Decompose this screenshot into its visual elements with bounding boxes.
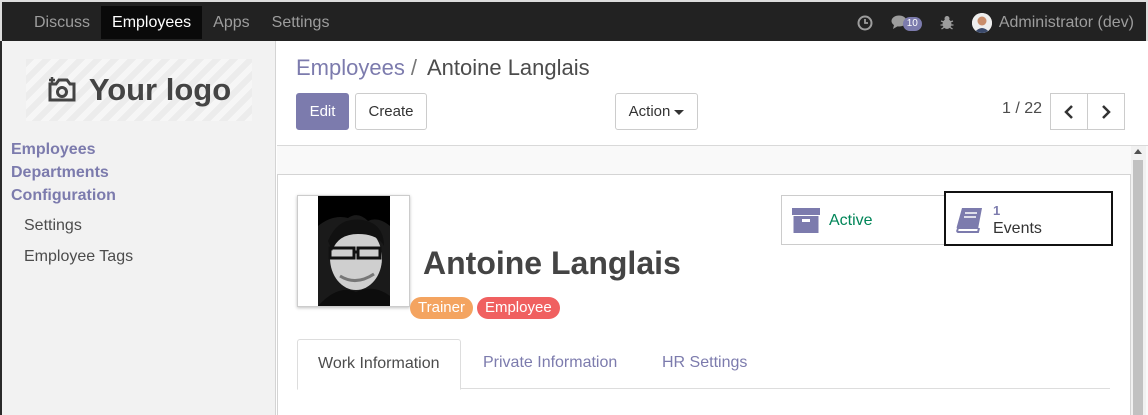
breadcrumb: Employees / Antoine Langlais <box>296 55 590 81</box>
employee-photo[interactable] <box>297 195 410 307</box>
create-button[interactable]: Create <box>355 93 427 130</box>
employee-tags: Trainer Employee <box>410 297 564 319</box>
vertical-scrollbar[interactable] <box>1131 146 1146 415</box>
menu-discuss[interactable]: Discuss <box>23 6 101 39</box>
book-icon <box>956 208 982 233</box>
tag-employee[interactable]: Employee <box>476 297 560 319</box>
debug-bug-icon[interactable] <box>940 15 954 30</box>
scroll-up-icon[interactable] <box>1134 149 1142 154</box>
tab-private-information[interactable]: Private Information <box>463 339 637 389</box>
sidebar-item-configuration[interactable]: Configuration <box>11 184 133 207</box>
events-smart-button[interactable]: 1 Events <box>944 191 1113 246</box>
top-navbar: Discuss Employees Apps Settings 10 Admin… <box>0 0 1148 41</box>
form-notebook-tabs: Work Information Private Information HR … <box>297 339 1110 390</box>
breadcrumb-employees-link[interactable]: Employees <box>296 55 405 80</box>
user-menu[interactable]: Administrator (dev) <box>971 12 1134 33</box>
sidebar-nav: Employees Departments Configuration Sett… <box>11 138 133 272</box>
active-label: Active <box>829 212 873 229</box>
logo-text: Your logo <box>88 72 232 107</box>
sidebar-item-employees[interactable]: Employees <box>11 138 133 161</box>
user-name: Administrator (dev) <box>998 13 1134 31</box>
pager-value[interactable]: 1 / 22 <box>1002 100 1042 118</box>
company-logo[interactable]: Your logo <box>26 59 252 121</box>
chevron-right-icon <box>1102 104 1111 119</box>
systray: 10 Administrator (dev) <box>839 6 1134 39</box>
pager-next-button[interactable] <box>1087 93 1125 130</box>
menu-apps[interactable]: Apps <box>202 6 260 39</box>
events-label: Events <box>993 220 1042 237</box>
user-avatar <box>971 12 992 33</box>
activity-clock-icon[interactable] <box>857 15 873 31</box>
tag-trainer[interactable]: Trainer <box>410 297 473 319</box>
camera-icon <box>48 77 76 102</box>
pager-previous-button[interactable] <box>1050 93 1088 130</box>
sidebar-item-employee-tags[interactable]: Employee Tags <box>11 241 133 272</box>
chevron-left-icon <box>1064 104 1073 119</box>
menu-employees[interactable]: Employees <box>101 6 203 39</box>
app-menu: Discuss Employees Apps Settings <box>23 6 340 39</box>
sidebar-item-settings[interactable]: Settings <box>11 210 133 241</box>
employee-name[interactable]: Antoine Langlais <box>423 245 681 282</box>
messaging-menu[interactable]: 10 <box>891 14 922 31</box>
messages-count-badge: 10 <box>902 17 922 31</box>
archive-box-icon <box>792 208 820 233</box>
menu-settings[interactable]: Settings <box>261 6 341 39</box>
active-toggle-button[interactable]: Active <box>781 195 945 245</box>
sidebar-item-departments[interactable]: Departments <box>11 161 133 184</box>
breadcrumb-separator: / <box>410 55 417 80</box>
caret-down-icon <box>674 109 685 115</box>
edit-button[interactable]: Edit <box>296 93 349 130</box>
action-dropdown[interactable]: Action <box>615 93 698 130</box>
events-count: 1 <box>993 203 1001 218</box>
sidebar: Your logo Employees Departments Configur… <box>0 41 276 415</box>
tab-hr-settings[interactable]: HR Settings <box>642 339 767 389</box>
employee-portrait-image <box>318 196 390 306</box>
breadcrumb-current: Antoine Langlais <box>426 55 590 80</box>
tab-work-information[interactable]: Work Information <box>297 339 461 390</box>
action-label: Action <box>628 103 671 120</box>
scrollbar-thumb[interactable] <box>1133 160 1143 415</box>
